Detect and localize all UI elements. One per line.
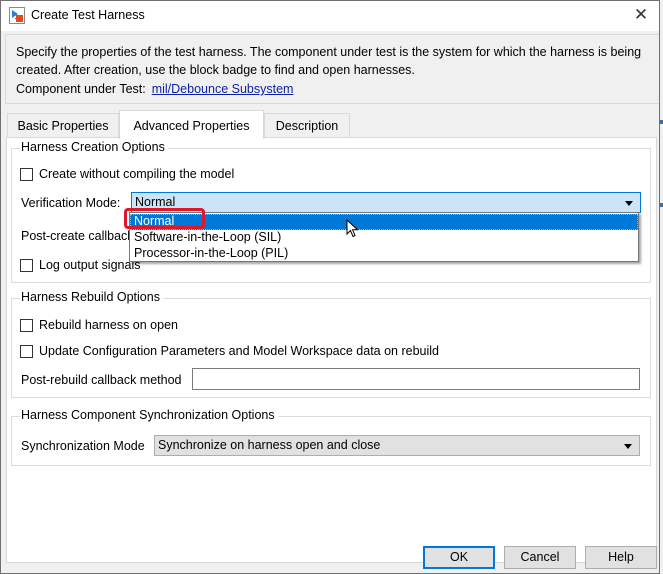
option-normal[interactable]: Normal [130, 214, 638, 230]
close-icon[interactable]: ✕ [631, 5, 651, 25]
title-bar: Create Test Harness ✕ [1, 1, 663, 31]
create-without-compiling-label: Create without compiling the model [39, 167, 235, 181]
group-title: Harness Component Synchronization Option… [20, 408, 278, 422]
verification-mode-label: Verification Mode: [21, 196, 121, 210]
group-title: Harness Rebuild Options [20, 290, 163, 304]
post-rebuild-callback-label: Post-rebuild callback method [21, 373, 182, 387]
log-output-signals-row: Log output signals [20, 258, 140, 272]
rebuild-on-open-row: Rebuild harness on open [20, 318, 178, 332]
annotation-highlight-box [124, 208, 205, 229]
sync-mode-value: Synchronize on harness open and close [158, 438, 381, 452]
sync-mode-dropdown[interactable]: Synchronize on harness open and close [154, 435, 640, 456]
chevron-down-icon [624, 444, 632, 449]
window-edge [659, 0, 663, 574]
chevron-down-icon [625, 201, 633, 206]
ok-button[interactable]: OK [423, 546, 495, 569]
verification-mode-value: Normal [135, 195, 176, 209]
log-output-signals-label: Log output signals [39, 258, 141, 272]
tab-basic-properties[interactable]: Basic Properties [7, 113, 119, 138]
verification-mode-dropdown[interactable]: Normal [131, 192, 641, 213]
component-under-test-label: Component under Test: [16, 82, 146, 96]
cancel-button[interactable]: Cancel [504, 546, 576, 569]
rebuild-on-open-label: Rebuild harness on open [39, 318, 178, 332]
component-under-test-row: Component under Test: mil/Debounce Subsys… [16, 82, 293, 96]
description-text: Specify the properties of the test harne… [16, 45, 642, 77]
option-pil[interactable]: Processor-in-the-Loop (PIL) [130, 246, 638, 262]
simulink-harness-icon [9, 7, 25, 24]
advanced-properties-panel: Harness Creation Options Create without … [6, 137, 657, 563]
create-without-compiling-row: Create without compiling the model [20, 167, 234, 181]
group-title: Harness Creation Options [20, 140, 168, 154]
update-config-label: Update Configuration Parameters and Mode… [39, 344, 439, 358]
verification-mode-options-list: Normal Software-in-the-Loop (SIL) Proces… [129, 212, 639, 262]
update-config-checkbox[interactable] [20, 344, 33, 358]
window-title: Create Test Harness [31, 8, 145, 22]
post-rebuild-callback-input[interactable] [192, 368, 640, 390]
option-sil[interactable]: Software-in-the-Loop (SIL) [130, 230, 638, 246]
mouse-pointer-icon [346, 219, 359, 238]
rebuild-on-open-checkbox[interactable] [20, 318, 33, 332]
tab-description[interactable]: Description [264, 113, 350, 138]
tab-advanced-properties[interactable]: Advanced Properties [119, 110, 264, 139]
create-without-compiling-checkbox[interactable] [20, 167, 33, 181]
update-config-row: Update Configuration Parameters and Mode… [20, 344, 439, 358]
sync-mode-label: Synchronization Mode [21, 439, 145, 453]
help-button[interactable]: Help [585, 546, 657, 569]
description-box: Specify the properties of the test harne… [5, 34, 661, 104]
log-output-signals-checkbox[interactable] [20, 258, 33, 272]
component-under-test-link[interactable]: mil/Debounce Subsystem [152, 82, 294, 96]
create-test-harness-dialog: Create Test Harness ✕ Specify the proper… [0, 0, 663, 574]
